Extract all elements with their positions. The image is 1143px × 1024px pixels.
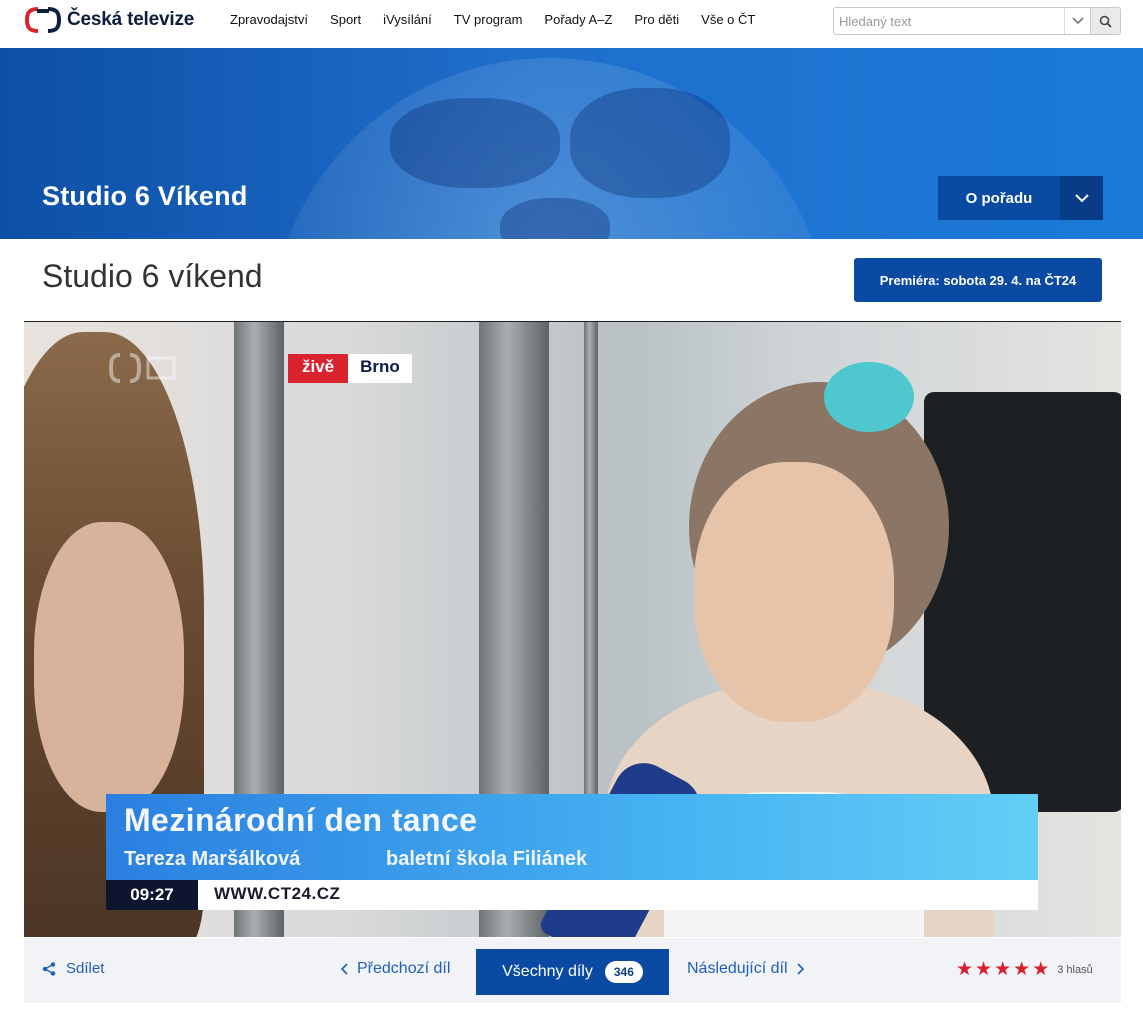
caption-name: Tereza Maršálková bbox=[124, 848, 301, 870]
vote-count: 3 hlasů bbox=[1057, 963, 1093, 976]
ct-logo-icon bbox=[25, 7, 61, 33]
video-frame-scrunchie bbox=[824, 362, 914, 432]
broadcast-url: WWW.CT24.CZ bbox=[214, 884, 341, 903]
search-dropdown-toggle[interactable] bbox=[1064, 8, 1090, 34]
lower-third-caption: Mezinárodní den tance Tereza Maršálková … bbox=[106, 794, 1038, 880]
premiere-button[interactable]: Premiéra: sobota 29. 4. na ČT24 bbox=[854, 258, 1102, 302]
top-navigation-bar: Česká televize Zpravodajství Sport iVysí… bbox=[0, 0, 1143, 48]
star-icon[interactable]: ★ bbox=[975, 960, 992, 979]
nav-vse-o-ct[interactable]: Vše o ČT bbox=[701, 12, 755, 27]
about-show-label: O pořadu bbox=[965, 189, 1033, 207]
caption-title: Mezinárodní den tance bbox=[124, 802, 478, 838]
video-frame-woman-face bbox=[34, 522, 184, 812]
nav-pro-deti[interactable]: Pro děti bbox=[634, 12, 679, 27]
all-episodes-button[interactable]: Všechny díly 346 bbox=[476, 949, 669, 995]
nav-zpravodajstvi[interactable]: Zpravodajství bbox=[230, 12, 308, 27]
chevron-right-icon bbox=[796, 963, 804, 975]
search-button[interactable] bbox=[1090, 8, 1120, 34]
video-frame-girl-face bbox=[694, 462, 894, 722]
next-episode-link[interactable]: Následující díl bbox=[687, 960, 805, 978]
caption-organization: baletní škola Filiánek bbox=[386, 848, 588, 870]
share-label: Sdílet bbox=[66, 960, 105, 977]
live-badge: živě Brno bbox=[288, 354, 412, 383]
nav-porady-a-z[interactable]: Pořady A–Z bbox=[544, 12, 612, 27]
search-icon bbox=[1099, 15, 1112, 28]
globe-graphic bbox=[270, 58, 830, 239]
search-box bbox=[833, 7, 1121, 35]
share-icon bbox=[42, 961, 56, 976]
star-icon[interactable]: ★ bbox=[1013, 960, 1030, 979]
previous-episode-link[interactable]: Předchozí díl bbox=[340, 960, 450, 978]
star-icon[interactable]: ★ bbox=[1032, 960, 1049, 979]
all-episodes-label: Všechny díly bbox=[502, 963, 593, 980]
star-icon[interactable]: ★ bbox=[956, 960, 973, 979]
ct24-watermark-icon bbox=[108, 353, 176, 383]
chevron-left-icon bbox=[340, 963, 348, 975]
next-episode-label: Následující díl bbox=[687, 960, 788, 977]
broadcast-time: 09:27 bbox=[106, 880, 198, 910]
ct-logo[interactable]: Česká televize bbox=[25, 7, 194, 33]
chevron-down-icon bbox=[1071, 17, 1084, 25]
about-show-button[interactable]: O pořadu bbox=[938, 176, 1103, 220]
share-button[interactable]: Sdílet bbox=[42, 960, 104, 977]
live-city: Brno bbox=[348, 354, 412, 383]
previous-episode-label: Předchozí díl bbox=[357, 960, 451, 977]
rating-stars: ★ ★ ★ ★ ★ 3 hlasů bbox=[956, 960, 1093, 979]
main-nav: Zpravodajství Sport iVysílání TV program… bbox=[230, 12, 777, 27]
page-title: Studio 6 víkend bbox=[42, 258, 263, 294]
chevron-down-icon bbox=[1074, 193, 1089, 202]
banner-title: Studio 6 Víkend bbox=[42, 181, 248, 211]
episode-count-badge: 346 bbox=[604, 961, 643, 983]
ticker-bar: 09:27 WWW.CT24.CZ bbox=[106, 880, 1038, 910]
nav-tv-program[interactable]: TV program bbox=[454, 12, 523, 27]
episode-controls: Sdílet Předchozí díl Všechny díly 346 Ná… bbox=[24, 938, 1121, 1003]
nav-sport[interactable]: Sport bbox=[330, 12, 361, 27]
logo-text: Česká televize bbox=[67, 9, 195, 30]
video-player[interactable]: živě Brno Mezinárodní den tance Tereza M… bbox=[24, 321, 1121, 937]
nav-ivysilani[interactable]: iVysílání bbox=[383, 12, 432, 27]
about-show-dropdown[interactable] bbox=[1060, 176, 1103, 220]
search-input[interactable] bbox=[834, 8, 1064, 34]
live-label: živě bbox=[288, 354, 349, 383]
star-icon[interactable]: ★ bbox=[994, 960, 1011, 979]
